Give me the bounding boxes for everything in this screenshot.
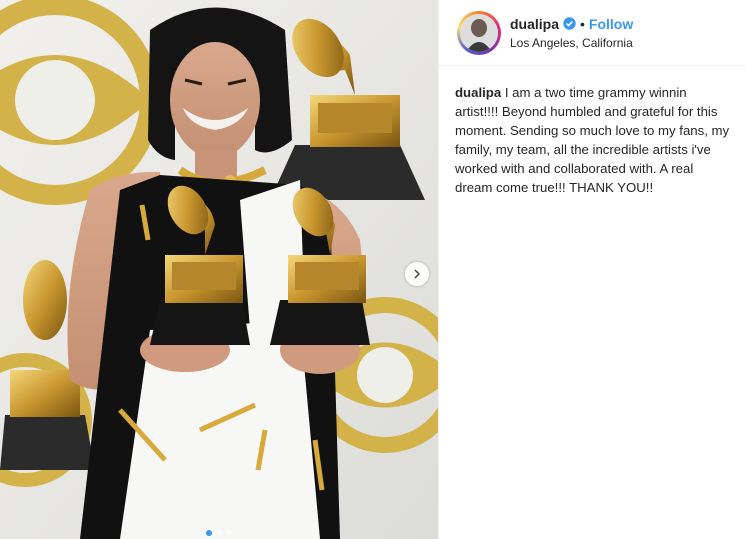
caption-username[interactable]: dualipa [455, 85, 501, 100]
instagram-post: dualipa • Follow Los Angeles, California… [0, 0, 745, 539]
author-info: dualipa • Follow Los Angeles, California [510, 16, 633, 50]
carousel-indicator [0, 530, 438, 536]
separator-dot: • [580, 15, 585, 32]
chevron-right-icon [414, 269, 421, 279]
avatar[interactable] [457, 10, 501, 55]
post-caption: dualipa I am a two time grammy winnin ar… [439, 66, 745, 197]
carousel-dot [216, 530, 222, 536]
caption-text: I am a two time grammy winnin artist!!!!… [455, 85, 730, 195]
username[interactable]: dualipa [510, 16, 559, 32]
post-sidebar: dualipa • Follow Los Angeles, California… [438, 0, 745, 539]
post-header: dualipa • Follow Los Angeles, California [439, 0, 745, 66]
location-link[interactable]: Los Angeles, California [510, 36, 633, 50]
avatar-image [460, 13, 498, 52]
carousel-dot-active [206, 530, 212, 536]
verified-badge-icon [563, 17, 576, 30]
post-photo [0, 0, 438, 539]
follow-button[interactable]: Follow [589, 16, 633, 32]
carousel-next-button[interactable] [405, 262, 429, 286]
carousel-dot [226, 530, 232, 536]
post-media[interactable] [0, 0, 438, 539]
